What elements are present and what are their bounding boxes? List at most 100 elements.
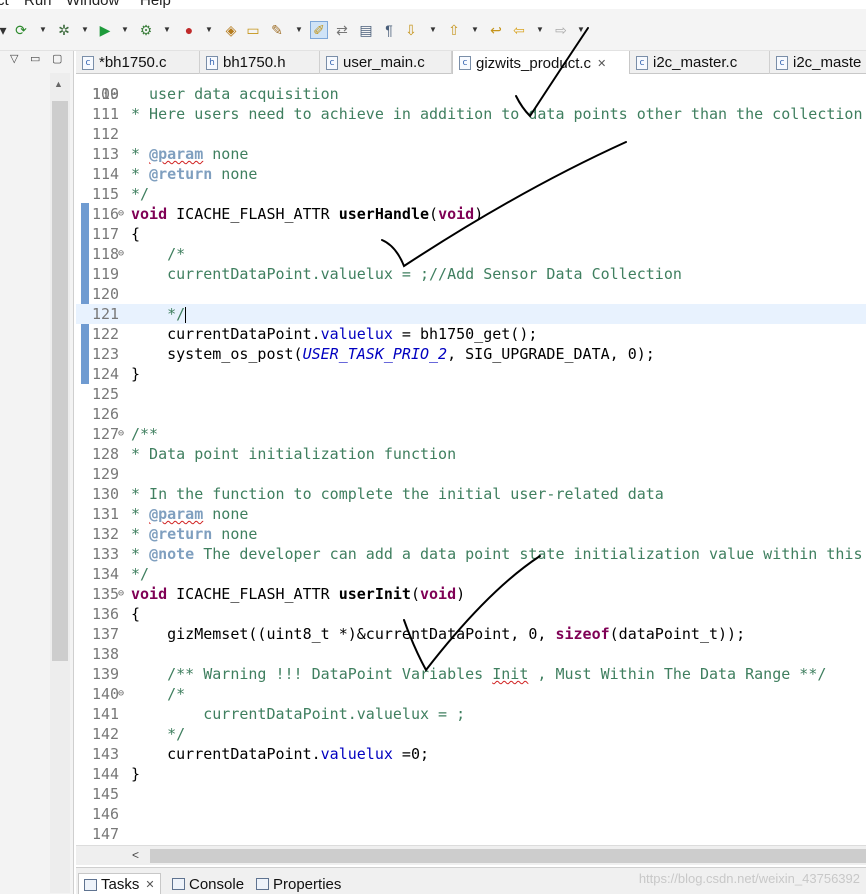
build-dropdown-icon[interactable]: ▼ — [38, 21, 48, 39]
code-line[interactable]: 127 ⊖/** — [76, 424, 866, 444]
code-line[interactable]: 142 */ — [76, 724, 866, 744]
external-tools-dropdown-icon[interactable]: ▼ — [162, 21, 172, 39]
code-line[interactable]: 145 — [76, 784, 866, 804]
code-line[interactable]: 129 — [76, 464, 866, 484]
close-icon[interactable]: ✕ — [597, 57, 606, 70]
line-number: 114 — [92, 165, 120, 183]
tab-properties[interactable]: Properties — [256, 873, 341, 894]
code-line[interactable]: 135 ⊖ void ICACHE_FLASH_ATTR userInit(void… — [76, 584, 866, 604]
pen-icon[interactable]: ✎ — [268, 21, 286, 39]
code-line[interactable]: 143 currentDataPoint.valuelux =0; — [76, 744, 866, 764]
code-line[interactable]: 124} — [76, 364, 866, 384]
fold-toggle-icon[interactable]: ⊖ — [118, 424, 124, 444]
code-line[interactable]: 144} — [76, 764, 866, 784]
fold-toggle-icon[interactable]: ⊖ — [118, 684, 124, 704]
tab-i2c-master-2[interactable]: c i2c_maste — [770, 51, 866, 74]
debug-icon[interactable]: ✲ — [55, 21, 73, 39]
stop-dropdown-icon[interactable]: ▼ — [204, 21, 214, 39]
fold-toggle-icon[interactable]: ⊖ — [118, 584, 124, 604]
back-dropdown-icon[interactable]: ▼ — [535, 21, 545, 39]
back-icon[interactable]: ⇦ — [510, 21, 528, 39]
menu-project[interactable]: ct — [0, 0, 9, 9]
forward-dropdown-icon[interactable]: ▼ — [576, 21, 586, 39]
paragraph-icon[interactable]: ¶ — [380, 21, 398, 39]
code-line[interactable]: 119 currentDataPoint.valuelux = ;//Add S… — [76, 264, 866, 284]
code-line[interactable]: 134 */ — [76, 564, 866, 584]
mark-occurrences-icon[interactable]: ✐ — [310, 21, 328, 39]
editor-horizontal-scrollbar[interactable]: < — [76, 845, 866, 865]
code-editor[interactable]: 109 user data acquisition 110 111 * Here us… — [76, 74, 866, 845]
code-line[interactable]: 132 * @return none — [76, 524, 866, 544]
code-text: */ — [131, 185, 150, 203]
tab-bh1750-h[interactable]: h bh1750.h — [200, 51, 320, 74]
code-line[interactable]: 118 ⊖ /* — [76, 244, 866, 264]
close-icon[interactable]: ✕ — [145, 878, 154, 891]
run-icon[interactable]: ▶ — [96, 21, 114, 39]
code-line[interactable]: 125 — [76, 384, 866, 404]
tab-label: i2c_maste — [793, 54, 862, 71]
open-type-icon[interactable]: ◈ — [222, 21, 240, 39]
maximize-icon[interactable]: ▢ — [52, 52, 62, 65]
code-line[interactable]: 131 * @param none — [76, 504, 866, 524]
code-line[interactable]: 130 * In the function to complete the ini… — [76, 484, 866, 504]
menu-window[interactable]: Window — [66, 0, 119, 9]
prev-annotation-icon[interactable]: ⇧ — [445, 21, 463, 39]
tab-bh1750-c[interactable]: c *bh1750.c — [76, 51, 200, 74]
code-line[interactable]: 114 * @return none — [76, 164, 866, 184]
last-edit-icon[interactable]: ↩ — [487, 21, 505, 39]
minimize-icon[interactable]: ▭ — [30, 52, 40, 65]
tab-console[interactable]: Console — [172, 873, 244, 894]
menu-run[interactable]: Run — [24, 0, 52, 9]
stop-icon[interactable]: ● — [180, 21, 198, 39]
code-line[interactable]: 116 ⊖ void ICACHE_FLASH_ATTR userHandle(vo… — [76, 204, 866, 224]
code-line[interactable]: 139 /** Warning !!! DataPoint Variables … — [76, 664, 866, 684]
prev-annotation-dropdown-icon[interactable]: ▼ — [470, 21, 480, 39]
left-pane-scrollbar[interactable]: ▲ — [50, 73, 70, 893]
new-icon[interactable]: ▾ — [0, 21, 12, 39]
code-line[interactable]: 147 — [76, 824, 866, 844]
code-line[interactable]: 121 */ — [76, 304, 866, 324]
fold-toggle-icon[interactable]: ⊖ — [118, 244, 124, 264]
tab-i2c-master-c[interactable]: c i2c_master.c — [630, 51, 770, 74]
code-line[interactable]: 140 ⊖ /* — [76, 684, 866, 704]
debug-dropdown-icon[interactable]: ▼ — [80, 21, 90, 39]
line-number: 133 — [92, 545, 120, 563]
code-line[interactable]: 146 — [76, 804, 866, 824]
external-tools-icon[interactable]: ⚙ — [137, 21, 155, 39]
scrollbar-thumb[interactable] — [150, 849, 866, 863]
tab-gizwits-product-c[interactable]: c gizwits_product.c ✕ — [452, 51, 630, 75]
fold-toggle-icon[interactable]: ⊖ — [118, 204, 124, 224]
code-line[interactable]: 122 currentDataPoint.valuelux = bh1750_g… — [76, 324, 866, 344]
code-line[interactable]: 112 — [76, 124, 866, 144]
build-icon[interactable]: ⟳ — [12, 21, 30, 39]
next-annotation-icon[interactable]: ⇩ — [402, 21, 420, 39]
scroll-left-icon[interactable]: < — [132, 848, 139, 862]
forward-icon[interactable]: ⇨ — [552, 21, 570, 39]
show-whitespace-icon[interactable]: ⇄ — [333, 21, 351, 39]
tab-tasks[interactable]: Tasks ✕ — [78, 873, 161, 894]
code-line[interactable]: 136 { — [76, 604, 866, 624]
code-line[interactable]: 113 * @param none — [76, 144, 866, 164]
code-line[interactable]: 141 currentDataPoint.valuelux = ; — [76, 704, 866, 724]
code-line[interactable]: 133 * @note The developer can add a data … — [76, 544, 866, 564]
pen-dropdown-icon[interactable]: ▼ — [294, 21, 304, 39]
code-line[interactable]: 110 — [76, 84, 866, 104]
menu-help[interactable]: Help — [140, 0, 171, 9]
code-line[interactable]: 137 gizMemset((uint8_t *)&currentDataPoi… — [76, 624, 866, 644]
scroll-up-icon[interactable]: ▲ — [54, 79, 63, 89]
code-line[interactable]: 128 * Data point initialization function — [76, 444, 866, 464]
code-line[interactable]: 115 */ — [76, 184, 866, 204]
open-folder-icon[interactable]: ▭ — [244, 21, 262, 39]
code-line[interactable]: 117 { — [76, 224, 866, 244]
next-annotation-dropdown-icon[interactable]: ▼ — [428, 21, 438, 39]
code-line[interactable]: 126 — [76, 404, 866, 424]
code-line[interactable]: 120 — [76, 284, 866, 304]
code-line[interactable]: 138 — [76, 644, 866, 664]
view-menu-icon[interactable]: ▽ — [10, 52, 18, 65]
run-dropdown-icon[interactable]: ▼ — [120, 21, 130, 39]
tab-user-main-c[interactable]: c user_main.c — [320, 51, 452, 74]
code-line[interactable]: 111 * Here users need to achieve in addit… — [76, 104, 866, 124]
code-line[interactable]: 123 system_os_post(USER_TASK_PRIO_2, SIG… — [76, 344, 866, 364]
block-select-icon[interactable]: ▤ — [357, 21, 375, 39]
scrollbar-thumb[interactable] — [52, 101, 68, 661]
